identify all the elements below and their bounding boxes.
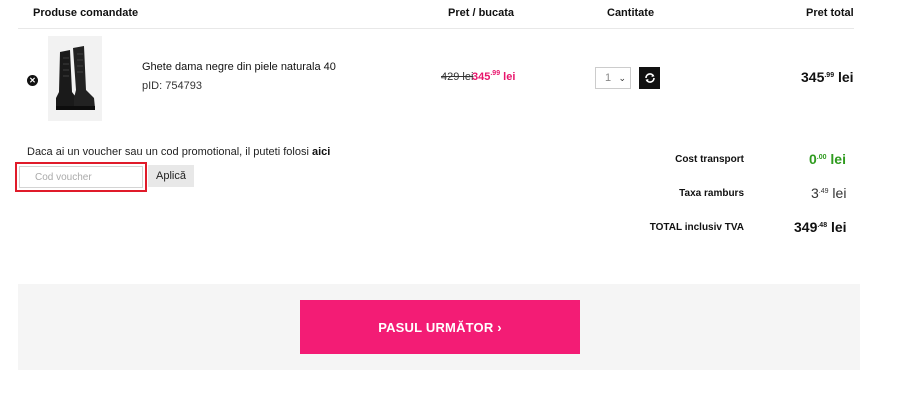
voucher-input[interactable] [19, 166, 143, 188]
row-total-currency: lei [837, 69, 854, 85]
transport-label: Cost transport [675, 154, 744, 165]
old-price: 429 lei [441, 71, 474, 83]
rambursement-main: 3 [811, 185, 819, 201]
unit-price-cents: .99 [490, 70, 501, 77]
rambursement-label: Taxa ramburs [679, 188, 744, 199]
header-divider [18, 28, 854, 29]
chevron-down-icon: ⌄ [618, 72, 626, 83]
product-image[interactable] [48, 36, 102, 121]
total-label: TOTAL inclusiv TVA [649, 222, 744, 233]
quantity-value: 1 [605, 72, 612, 84]
total-currency: lei [830, 219, 847, 235]
quantity-select[interactable]: 1 ⌄ [595, 67, 631, 89]
transport-main: 0 [809, 151, 817, 167]
next-step-button[interactable]: PASUL URMĂTOR › [300, 300, 580, 354]
remove-item-icon[interactable]: ✕ [27, 75, 38, 86]
update-quantity-button[interactable] [639, 67, 660, 89]
unit-price: 345.99 lei [472, 70, 515, 83]
refresh-icon [644, 73, 655, 83]
unit-price-currency: lei [503, 71, 516, 83]
total-main: 349 [794, 219, 818, 235]
rambursement-cents: .49 [818, 188, 829, 195]
transport-currency: lei [830, 151, 846, 167]
transport-value: 0.00 lei [809, 151, 846, 167]
total-cents: .48 [817, 222, 828, 229]
header-quantity: Cantitate [607, 7, 655, 19]
apply-voucher-button[interactable]: Aplică [148, 165, 194, 187]
header-products: Produse comandate [33, 7, 139, 19]
rambursement-currency: lei [832, 185, 847, 201]
header-unit-price: Pret / bucata [448, 7, 515, 19]
header-total-price: Pret total [806, 7, 854, 19]
product-id: pID: 754793 [142, 80, 202, 92]
voucher-text: Daca ai un voucher sau un cod promotiona… [27, 146, 309, 158]
row-total-cents: .99 [824, 72, 835, 79]
total-value: 349.48 lei [794, 219, 847, 235]
product-name[interactable]: Ghete dama negre din piele naturala 40 [142, 61, 336, 73]
boot-icon [48, 36, 102, 121]
row-total-main: 345 [801, 69, 825, 85]
row-total-price: 345.99 lei [801, 69, 854, 85]
voucher-link[interactable]: aici [312, 146, 330, 158]
unit-price-main: 345 [472, 71, 491, 83]
rambursement-value: 3.49 lei [811, 185, 846, 201]
transport-cents: .00 [816, 154, 827, 161]
voucher-info: Daca ai un voucher sau un cod promotiona… [27, 146, 330, 158]
